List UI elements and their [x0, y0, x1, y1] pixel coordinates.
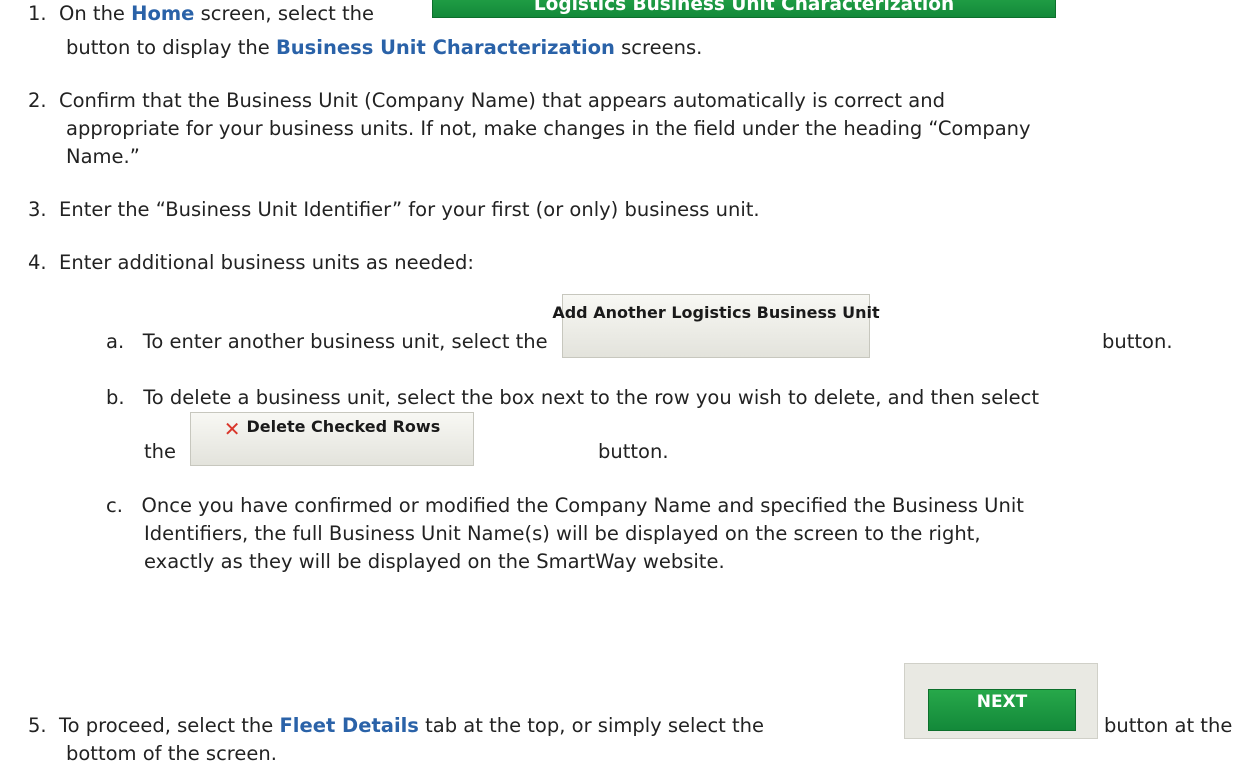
- step-1-line-2: button to display the Business Unit Char…: [66, 36, 702, 60]
- sub-step-letter: b.: [106, 386, 125, 409]
- step-text: appropriate for your business units. If …: [66, 117, 1031, 140]
- sub-step-letter: a.: [106, 330, 125, 353]
- step-2-line-1: 2. Confirm that the Business Unit (Compa…: [28, 89, 945, 113]
- step-4b-line-1: b. To delete a business unit, select the…: [106, 386, 1039, 410]
- step-5-trailing: button at the: [1104, 714, 1232, 738]
- step-text: To enter another business unit, select t…: [142, 330, 548, 353]
- step-text: bottom of the screen.: [66, 742, 277, 765]
- button-label: Delete Checked Rows: [246, 417, 441, 436]
- step-text: the: [144, 440, 177, 463]
- next-button[interactable]: NEXT: [928, 689, 1076, 731]
- step-text: button.: [598, 440, 669, 463]
- step-number: 5.: [28, 714, 47, 737]
- step-text: Identifiers, the full Business Unit Name…: [144, 522, 981, 545]
- step-text: To delete a business unit, select the bo…: [143, 386, 1039, 409]
- step-text: screens.: [621, 36, 703, 59]
- step-number: 3.: [28, 198, 47, 221]
- button-label: Add Another Logistics Business Unit: [552, 303, 880, 322]
- step-5-line-1: 5. To proceed, select the Fleet Details …: [28, 714, 764, 738]
- red-x-icon: ✕: [223, 417, 241, 441]
- step-1-line-1: 1. On the Home screen, select the: [28, 2, 374, 26]
- button-label: Logistics Business Unit Characterization: [533, 0, 955, 15]
- step-text: To proceed, select the: [59, 714, 274, 737]
- step-4b-trailing: button.: [598, 440, 669, 464]
- step-4a-line-1: a. To enter another business unit, selec…: [106, 330, 548, 354]
- step-4a-trailing: button.: [1102, 330, 1173, 354]
- step-text: button to display the: [66, 36, 270, 59]
- home-link-text: Home: [131, 2, 195, 25]
- step-3-line-1: 3. Enter the “Business Unit Identifier” …: [28, 198, 760, 222]
- step-5-line-2: bottom of the screen.: [66, 742, 277, 766]
- logistics-business-unit-characterization-button[interactable]: Logistics Business Unit Characterization: [432, 0, 1056, 18]
- step-number: 2.: [28, 89, 47, 112]
- step-4-line-1: 4. Enter additional business units as ne…: [28, 251, 474, 275]
- step-text: Enter additional business units as neede…: [59, 251, 474, 274]
- step-4b-line-2: the: [144, 440, 176, 464]
- step-4c-line-1: c. Once you have confirmed or modified t…: [106, 494, 1024, 518]
- sub-step-letter: c.: [106, 494, 123, 517]
- step-text: On the: [59, 2, 125, 25]
- step-text: Name.”: [66, 145, 140, 168]
- delete-checked-rows-button[interactable]: ✕ Delete Checked Rows: [190, 412, 474, 466]
- step-text: tab at the top, or simply select the: [425, 714, 765, 737]
- add-another-logistics-business-unit-button[interactable]: Add Another Logistics Business Unit: [552, 294, 880, 358]
- step-text: Confirm that the Business Unit (Company …: [59, 89, 945, 112]
- step-2-line-3: Name.”: [66, 145, 140, 169]
- step-4c-line-3: exactly as they will be displayed on the…: [144, 550, 725, 574]
- business-unit-characterization-text: Business Unit Characterization: [275, 36, 615, 59]
- step-text: button.: [1102, 330, 1173, 353]
- step-text: exactly as they will be displayed on the…: [144, 550, 725, 573]
- step-text: Enter the “Business Unit Identifier” for…: [59, 198, 760, 221]
- step-text: button at the: [1104, 714, 1233, 737]
- step-text: screen, select the: [200, 2, 374, 25]
- step-number: 4.: [28, 251, 47, 274]
- step-text: Once you have confirmed or modified the …: [141, 494, 1024, 517]
- step-4c-line-2: Identifiers, the full Business Unit Name…: [144, 522, 981, 546]
- button-label: NEXT: [976, 692, 1028, 712]
- step-number: 1.: [28, 2, 47, 25]
- step-2-line-2: appropriate for your business units. If …: [66, 117, 1031, 141]
- fleet-details-tab-text: Fleet Details: [279, 714, 419, 737]
